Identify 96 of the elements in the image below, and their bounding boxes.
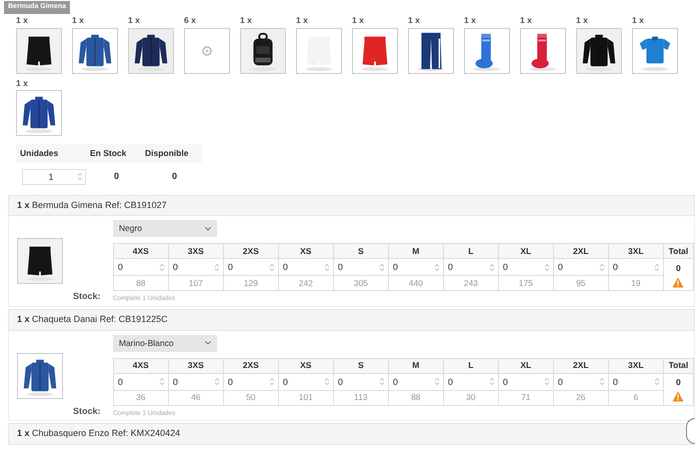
size-header: S [333, 358, 388, 373]
stock-label: Stock: [73, 404, 102, 418]
stock-cell: 30 [443, 390, 498, 405]
size-header: XS [278, 358, 334, 373]
quantity-label: 1 x [464, 14, 476, 26]
quantity-label: 1 x [17, 428, 30, 438]
spinner-icon [598, 377, 605, 386]
loading-icon [202, 46, 212, 56]
stock-cell: 95 [553, 276, 608, 291]
quantity-label: 1 x [128, 14, 140, 26]
chevron-icon [204, 341, 211, 345]
stock-cell: 26 [553, 390, 608, 405]
stock-cell: 440 [388, 276, 444, 291]
stock-cell: 305 [333, 276, 388, 291]
product-title: Chubasquero Enzo Ref: KMX240424 [32, 428, 180, 438]
quantity-label: 1 x [408, 14, 420, 26]
product-title: Chaqueta Danai Ref: CB191225C [32, 314, 168, 324]
stock-label: Stock: [73, 290, 102, 304]
spinner-icon [654, 262, 660, 272]
size-header: XL [498, 244, 554, 259]
stock-cell: 101 [278, 390, 334, 405]
spinner-icon [214, 377, 220, 386]
spinner-icon [378, 262, 385, 272]
quantity-label: 1 x [17, 200, 30, 210]
size-header: 3XL [608, 358, 664, 373]
total-value: 0 [675, 262, 682, 275]
stock-cell: 243 [443, 276, 498, 291]
size-header: 2XL [553, 244, 608, 259]
spinner-icon [598, 262, 605, 272]
size-header: S [333, 244, 388, 259]
quantity-label: 1 x [16, 76, 28, 88]
size-header: 3XS [168, 244, 224, 259]
size-header: XS [278, 244, 334, 259]
stock-cell: 50 [223, 390, 278, 405]
quantity-label: 1 x [240, 14, 252, 26]
product-title: Bermuda Gimena Ref: CB191027 [32, 200, 167, 210]
stock-cell: 113 [333, 390, 388, 405]
total-header: Total [663, 358, 694, 373]
spinner-icon [434, 262, 440, 272]
stock-cell: 129 [223, 276, 278, 291]
size-header: 2XS [223, 358, 278, 373]
stock-cell: 107 [168, 276, 224, 291]
variant-dropdown[interactable]: Marino-Blanco [112, 334, 217, 352]
quantity-label: 1 x [520, 14, 532, 26]
stock-value: 0 [114, 170, 120, 183]
size-header: M [388, 358, 444, 373]
round-button[interactable] [686, 418, 695, 444]
quantity-label: 1 x [576, 14, 588, 26]
spinner-icon [268, 262, 275, 272]
spinner-icon [324, 377, 330, 386]
size-header: 2XS [223, 244, 278, 259]
stock-cell: 242 [278, 276, 334, 291]
size-header: L [443, 358, 498, 373]
size-header: 3XS [168, 358, 224, 373]
size-header: L [443, 244, 498, 259]
column-header: Unidades [19, 147, 60, 160]
size-header: 3XL [608, 244, 664, 259]
quantity-label: 1 x [352, 14, 364, 26]
stock-cell: 175 [498, 276, 554, 291]
total-value: 0 [675, 376, 682, 389]
size-header: M [388, 244, 444, 259]
variant-dropdown[interactable]: Negro [112, 220, 217, 238]
stock-cell: 71 [498, 390, 554, 405]
column-header: Disponible [144, 147, 190, 160]
size-header: 4XS [113, 244, 168, 259]
spinner-icon [268, 377, 275, 386]
quantity-label: 6 x [184, 14, 196, 26]
column-header: En Stock [89, 147, 128, 160]
size-header: XL [498, 358, 554, 373]
spinner-icon [488, 377, 495, 386]
quantity-label: 1 x [72, 14, 84, 26]
spinner-icon [544, 377, 550, 386]
size-header: 2XL [553, 358, 608, 373]
stock-cell: 46 [168, 390, 224, 405]
spinner-icon [324, 262, 330, 272]
spinner-icon [77, 172, 83, 182]
quantity-label: 1 x [16, 14, 28, 26]
spinner-icon [544, 262, 550, 272]
spinner-icon [214, 262, 220, 272]
total-header: Total [663, 244, 694, 259]
chevron-icon [204, 226, 211, 231]
spinner-icon [654, 377, 660, 386]
stock-cell: 88 [388, 390, 444, 405]
quantity-label: 1 x [632, 14, 644, 26]
available-value: 0 [172, 170, 178, 183]
spinner-icon [158, 377, 165, 386]
number-field[interactable]: 1 [22, 168, 86, 185]
spinner-icon [434, 377, 440, 386]
stock-cell: 36 [113, 390, 168, 405]
quantity-label: 1 x [17, 314, 30, 324]
stock-cell: 88 [113, 276, 168, 291]
spinner-icon [488, 262, 495, 272]
size-header: 4XS [113, 358, 168, 373]
spinner-icon [158, 262, 165, 272]
quantity-label: 1 x [296, 14, 308, 26]
spinner-icon [378, 377, 385, 386]
